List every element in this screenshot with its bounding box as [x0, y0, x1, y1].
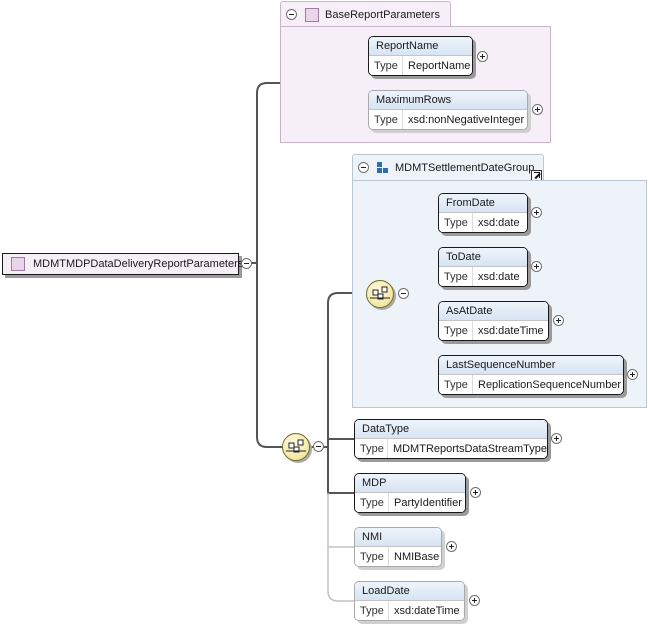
type-label: Type [355, 547, 389, 566]
ref-group-header[interactable]: MDMTSettlementDateGroup [352, 154, 544, 180]
group-collapse-toggle[interactable] [286, 9, 297, 20]
type-value: PartyIdentifier [394, 497, 462, 509]
expand-toggle[interactable] [446, 541, 457, 552]
element-datatype[interactable]: DataType Type MDMTReportsDataStreamType [354, 419, 548, 459]
type-value: ReportName [408, 60, 471, 72]
element-fromdate[interactable]: FromDate Type xsd:date [438, 193, 528, 233]
type-label: Type [355, 439, 388, 458]
element-name: LoadDate [355, 582, 464, 600]
element-todate[interactable]: ToDate Type xsd:date [438, 247, 528, 287]
sequence-icon [370, 286, 390, 300]
sequence-icon [286, 439, 306, 453]
group-icon [377, 161, 389, 174]
type-value: xsd:date [478, 271, 520, 283]
type-label: Type [355, 493, 389, 512]
group-header[interactable]: BaseReportParameters [280, 1, 451, 27]
element-name: ReportName [369, 37, 472, 55]
root-element[interactable]: MDMTMDPDataDeliveryReportParameters [2, 253, 243, 275]
element-name: MaximumRows [369, 91, 527, 109]
expand-toggle[interactable] [532, 104, 543, 115]
type-label: Type [355, 601, 389, 620]
element-name: MDP [355, 474, 465, 492]
type-value: xsd:nonNegativeInteger [408, 114, 525, 126]
element-name: ToDate [439, 248, 527, 266]
ref-group-name: MDMTSettlementDateGroup [395, 161, 535, 174]
sequence-compositor-icon[interactable] [282, 433, 310, 461]
element-loaddate[interactable]: LoadDate Type xsd:dateTime [354, 581, 465, 621]
expand-toggle[interactable] [531, 207, 542, 218]
type-value: NMIBase [394, 551, 440, 563]
expand-toggle[interactable] [551, 433, 562, 444]
expand-toggle[interactable] [627, 369, 638, 380]
group-name: BaseReportParameters [325, 8, 440, 21]
type-value: xsd:dateTime [478, 325, 544, 337]
element-name: LastSequenceNumber [439, 356, 623, 374]
element-mdp[interactable]: MDP Type PartyIdentifier [354, 473, 466, 513]
element-name: NMI [355, 528, 441, 546]
sequence-compositor-icon[interactable] [366, 280, 394, 308]
type-label: Type [369, 110, 403, 129]
sequence-collapse-toggle[interactable] [398, 288, 409, 299]
element-reportname[interactable]: ReportName Type ReportName [368, 36, 473, 76]
type-label: Type [439, 321, 473, 340]
type-label: Type [439, 267, 473, 286]
root-collapse-toggle[interactable] [241, 258, 252, 269]
type-value: xsd:date [478, 217, 520, 229]
expand-toggle[interactable] [531, 261, 542, 272]
type-label: Type [369, 56, 403, 75]
element-lastsequencenumber[interactable]: LastSequenceNumber Type ReplicationSequen… [438, 355, 624, 395]
ref-group-collapse-toggle[interactable] [358, 162, 369, 173]
type-value: xsd:dateTime [394, 605, 460, 617]
expand-toggle[interactable] [553, 315, 564, 326]
element-icon [11, 257, 25, 271]
type-value: MDMTReportsDataStreamType [392, 443, 547, 455]
type-value: ReplicationSequenceNumber [478, 379, 622, 391]
type-label: Type [439, 375, 473, 394]
element-asatdate[interactable]: AsAtDate Type xsd:dateTime [438, 301, 549, 341]
element-maximumrows[interactable]: MaximumRows Type xsd:nonNegativeInteger [368, 90, 528, 130]
element-nmi[interactable]: NMI Type NMIBase [354, 527, 442, 567]
expand-toggle[interactable] [477, 51, 488, 62]
group-icon [305, 7, 319, 22]
element-name: FromDate [439, 194, 527, 212]
expand-toggle[interactable] [469, 595, 480, 606]
element-name: DataType [355, 420, 547, 438]
element-name: AsAtDate [439, 302, 548, 320]
type-label: Type [439, 213, 473, 232]
sequence-collapse-toggle[interactable] [313, 441, 324, 452]
expand-toggle[interactable] [470, 487, 481, 498]
root-element-name: MDMTMDPDataDeliveryReportParameters [33, 258, 244, 270]
